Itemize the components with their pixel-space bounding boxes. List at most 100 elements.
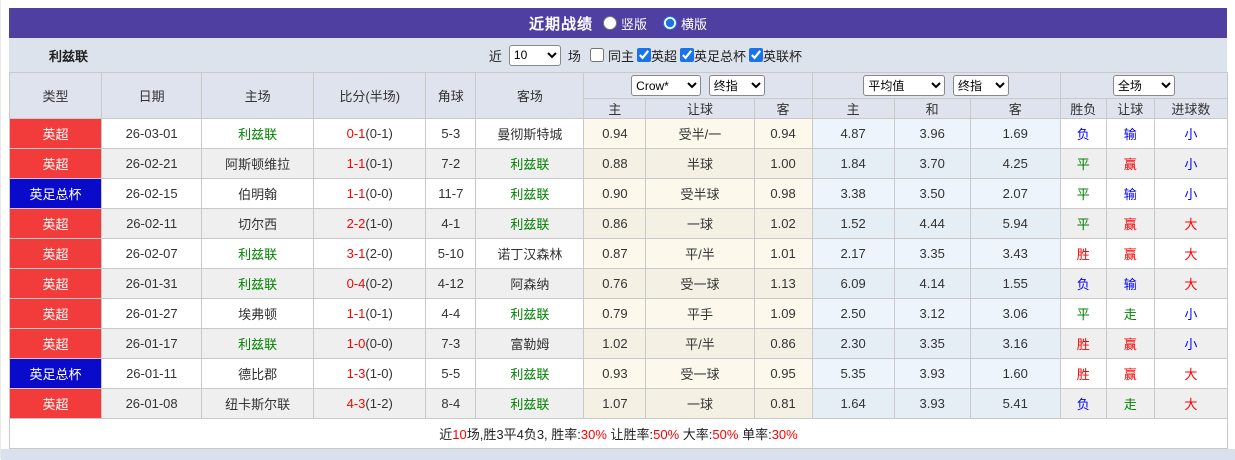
table-row: 英足总杯 26-02-15 伯明翰 1-1(0-0) 11-7 利兹联 0.90 受半球 0.9… (8, 178, 1229, 209)
col-header-home: 主场 (201, 72, 315, 119)
table-row: 英超 26-03-01 利兹联 0-1(0-1) 5-3 曼彻斯特城 0.94 受半/一 0.9… (8, 118, 1229, 149)
halftime-score: (0-1) (365, 306, 393, 321)
crow-odds-cell: 0.86 (583, 208, 647, 239)
handicap-result-cell: 赢 (1105, 328, 1155, 359)
col-header-corner: 角球 (425, 72, 477, 119)
index-type-select-1[interactable]: 终指 (708, 75, 765, 96)
away-team-cell: 利兹联 (475, 298, 585, 329)
fa-cup-filter[interactable]: 英足总杯 (679, 46, 746, 65)
corner-cell: 11-7 (425, 178, 477, 209)
same-home-filter[interactable]: 同主 (589, 46, 634, 65)
fa-cup-checkbox[interactable] (679, 48, 694, 62)
bookmaker-select[interactable]: Crow* (631, 75, 702, 96)
handicap-cell: 一球 (645, 208, 755, 239)
handicap-result-cell: 赢 (1105, 148, 1155, 179)
win-lose-cell: 胜 (1059, 328, 1107, 359)
table-row: 英超 26-01-17 利兹联 1-0(0-0) 7-3 富勒姆 1.02 平/半 0.86 2.… (8, 328, 1229, 359)
score-cell: 1-3(1-0) (313, 358, 427, 389)
horizontal-radio[interactable] (663, 16, 677, 30)
avg-odds-cell: 3.93 (893, 388, 971, 419)
date-cell: 26-02-07 (101, 238, 203, 269)
horizontal-radio-label: 横版 (681, 16, 708, 32)
handicap-result-cell: 赢 (1105, 238, 1155, 269)
handicap-result-cell: 输 (1105, 178, 1155, 209)
crow-odds-cell: 1.02 (753, 208, 813, 239)
average-select[interactable]: 平均值 (863, 75, 946, 96)
results-tbody: 英超 26-03-01 利兹联 0-1(0-1) 5-3 曼彻斯特城 0.94 受半/一 0.9… (8, 118, 1229, 419)
layout-option-horizontal[interactable]: 横版 (663, 14, 707, 33)
summary-value: 50% (653, 427, 680, 442)
summary-label: 场,胜3平4负3, 胜率: (466, 427, 581, 442)
crow-odds-cell: 1.09 (753, 298, 813, 329)
league-badge: 英超 (8, 148, 103, 179)
win-lose-cell: 平 (1059, 148, 1107, 179)
corner-cell: 5-5 (425, 358, 477, 389)
date-cell: 26-01-11 (101, 358, 203, 389)
match-count-select[interactable]: 10 (508, 44, 561, 66)
win-lose-cell: 负 (1059, 268, 1107, 299)
title-bar: 近期战绩 竖版 横版 (9, 8, 1227, 38)
full-match-select[interactable]: 全场 (1112, 75, 1175, 96)
avg-odds-cell: 1.69 (969, 118, 1061, 149)
win-lose-cell: 平 (1059, 208, 1107, 239)
date-cell: 26-03-01 (101, 118, 203, 149)
premier-league-checkbox[interactable] (636, 48, 651, 62)
fulltime-score: 1-0 (346, 336, 366, 351)
home-team-cell: 切尔西 (201, 208, 315, 239)
col-header-away: 客场 (475, 72, 585, 119)
fulltime-score: 0-4 (346, 276, 366, 291)
avg-odds-cell: 4.14 (893, 268, 971, 299)
table-row: 英超 26-01-08 纽卡斯尔联 4-3(1-2) 8-4 利兹联 1.07 一球 0.81 1… (8, 388, 1229, 419)
handicap-result-cell: 赢 (1105, 358, 1155, 389)
score-cell: 0-4(0-2) (313, 268, 427, 299)
avg-odds-cell: 4.44 (893, 208, 971, 239)
summary-value: 30% (580, 427, 607, 442)
sub-header-win-lose: 胜负 (1059, 98, 1107, 119)
win-lose-cell: 平 (1059, 178, 1107, 209)
corner-cell: 4-4 (425, 298, 477, 329)
corner-cell: 8-4 (425, 388, 477, 419)
avg-odds-cell: 2.17 (811, 238, 895, 269)
handicap-cell: 平/半 (645, 238, 755, 269)
halftime-score: (0-0) (365, 186, 393, 201)
recent-label: 近 (488, 48, 502, 64)
premier-league-filter[interactable]: 英超 (636, 46, 677, 65)
league-badge: 英超 (8, 388, 103, 419)
league-badge: 英超 (8, 238, 103, 269)
vertical-radio[interactable] (602, 16, 617, 30)
away-team-cell: 富勒姆 (475, 328, 585, 359)
date-cell: 26-01-08 (101, 388, 203, 419)
halftime-score: (0-2) (365, 276, 393, 291)
halftime-score: (0-0) (365, 336, 393, 351)
avg-odds-cell: 3.06 (969, 298, 1061, 329)
home-team-cell: 利兹联 (201, 328, 315, 359)
layout-option-vertical[interactable]: 竖版 (602, 14, 647, 33)
sub-header-handicap: 让球 (645, 98, 755, 119)
crow-odds-cell: 0.93 (583, 358, 647, 389)
matches-label: 场 (567, 48, 581, 64)
halftime-score: (1-0) (365, 216, 393, 231)
away-team-cell: 阿森纳 (475, 268, 585, 299)
date-cell: 26-02-11 (101, 208, 203, 239)
date-cell: 26-01-31 (101, 268, 203, 299)
header-row-groups: 类型 日期 主场 比分(半场) 角球 客场 Crow* 终指 平均值 终指 全场 (8, 72, 1229, 119)
league-badge: 英超 (8, 328, 103, 359)
table-row: 英超 26-02-07 利兹联 3-1(2-0) 5-10 诺丁汉森林 0.87 平/半 1.0… (8, 238, 1229, 269)
avg-odds-cell: 5.35 (811, 358, 895, 389)
index-type-select-2[interactable]: 终指 (952, 75, 1009, 96)
average-odds-group: 平均值 终指 (811, 72, 1061, 99)
handicap-result-cell: 赢 (1105, 208, 1155, 239)
win-lose-cell: 负 (1059, 388, 1107, 419)
avg-odds-cell: 3.93 (893, 358, 971, 389)
score-cell: 1-1(0-1) (313, 298, 427, 329)
avg-odds-cell: 3.50 (893, 178, 971, 209)
fulltime-score: 1-1 (346, 186, 366, 201)
league-cup-filter[interactable]: 英联杯 (748, 46, 802, 65)
filter-toolbar: 利兹联 近 10 场 同主 英超 英足总杯 英联杯 (9, 38, 1227, 72)
home-team-cell: 利兹联 (201, 238, 315, 269)
goals-result-cell: 大 (1153, 268, 1229, 299)
crow-odds-cell: 0.98 (753, 178, 813, 209)
same-home-checkbox[interactable] (589, 48, 604, 62)
league-cup-checkbox[interactable] (748, 48, 763, 62)
fulltime-score: 1-1 (346, 306, 366, 321)
